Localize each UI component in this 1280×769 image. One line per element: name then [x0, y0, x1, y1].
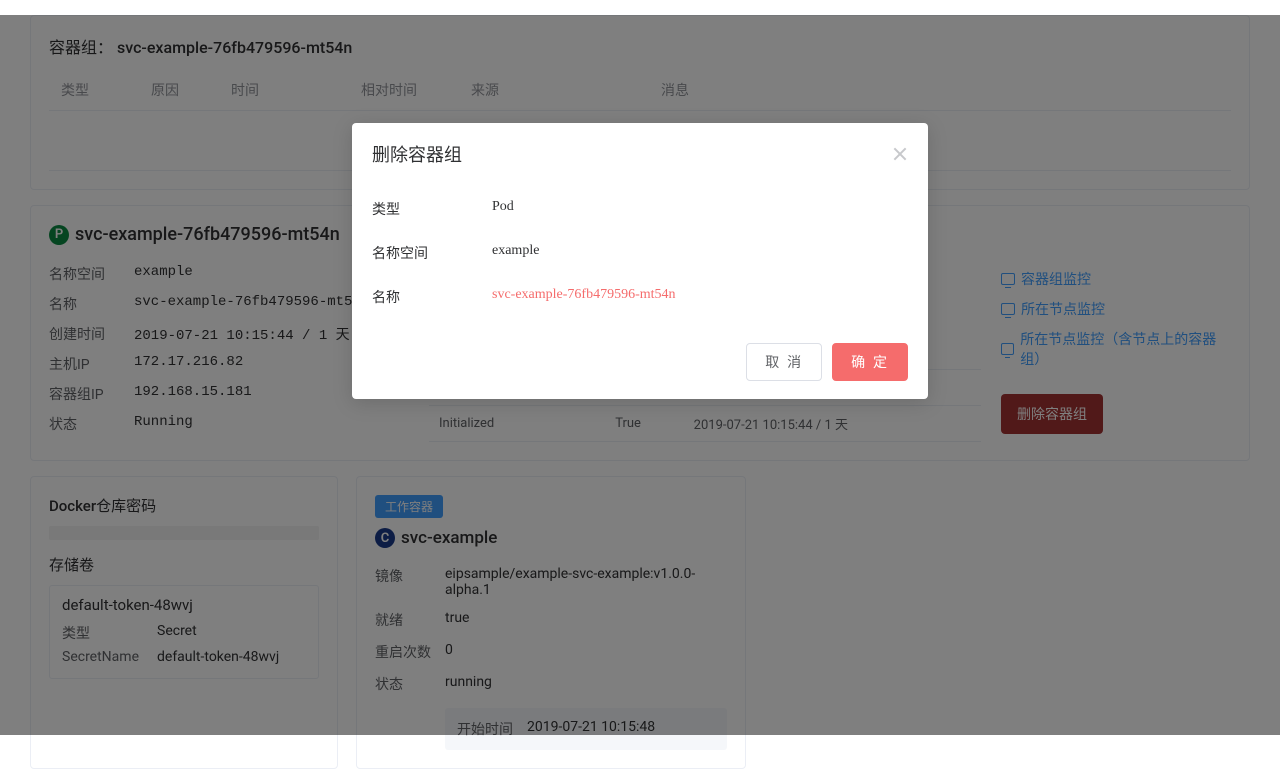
mv-name: svc-example-76fb479596-mt54n: [492, 287, 908, 307]
mv-type: Pod: [492, 199, 908, 219]
modal-body: 类型Pod 名称空间example 名称svc-example-76fb4795…: [352, 177, 928, 343]
close-icon[interactable]: [892, 146, 908, 162]
modal-header: 删除容器组: [352, 123, 928, 177]
ml-type: 类型: [372, 199, 492, 219]
delete-modal: 删除容器组 类型Pod 名称空间example 名称svc-example-76…: [352, 123, 928, 399]
cancel-button[interactable]: 取 消: [746, 343, 822, 381]
modal-footer: 取 消 确 定: [352, 343, 928, 399]
modal-title: 删除容器组: [372, 141, 462, 167]
ml-ns: 名称空间: [372, 243, 492, 263]
mv-ns: example: [492, 243, 908, 263]
ml-name: 名称: [372, 287, 492, 307]
confirm-button[interactable]: 确 定: [832, 343, 908, 381]
